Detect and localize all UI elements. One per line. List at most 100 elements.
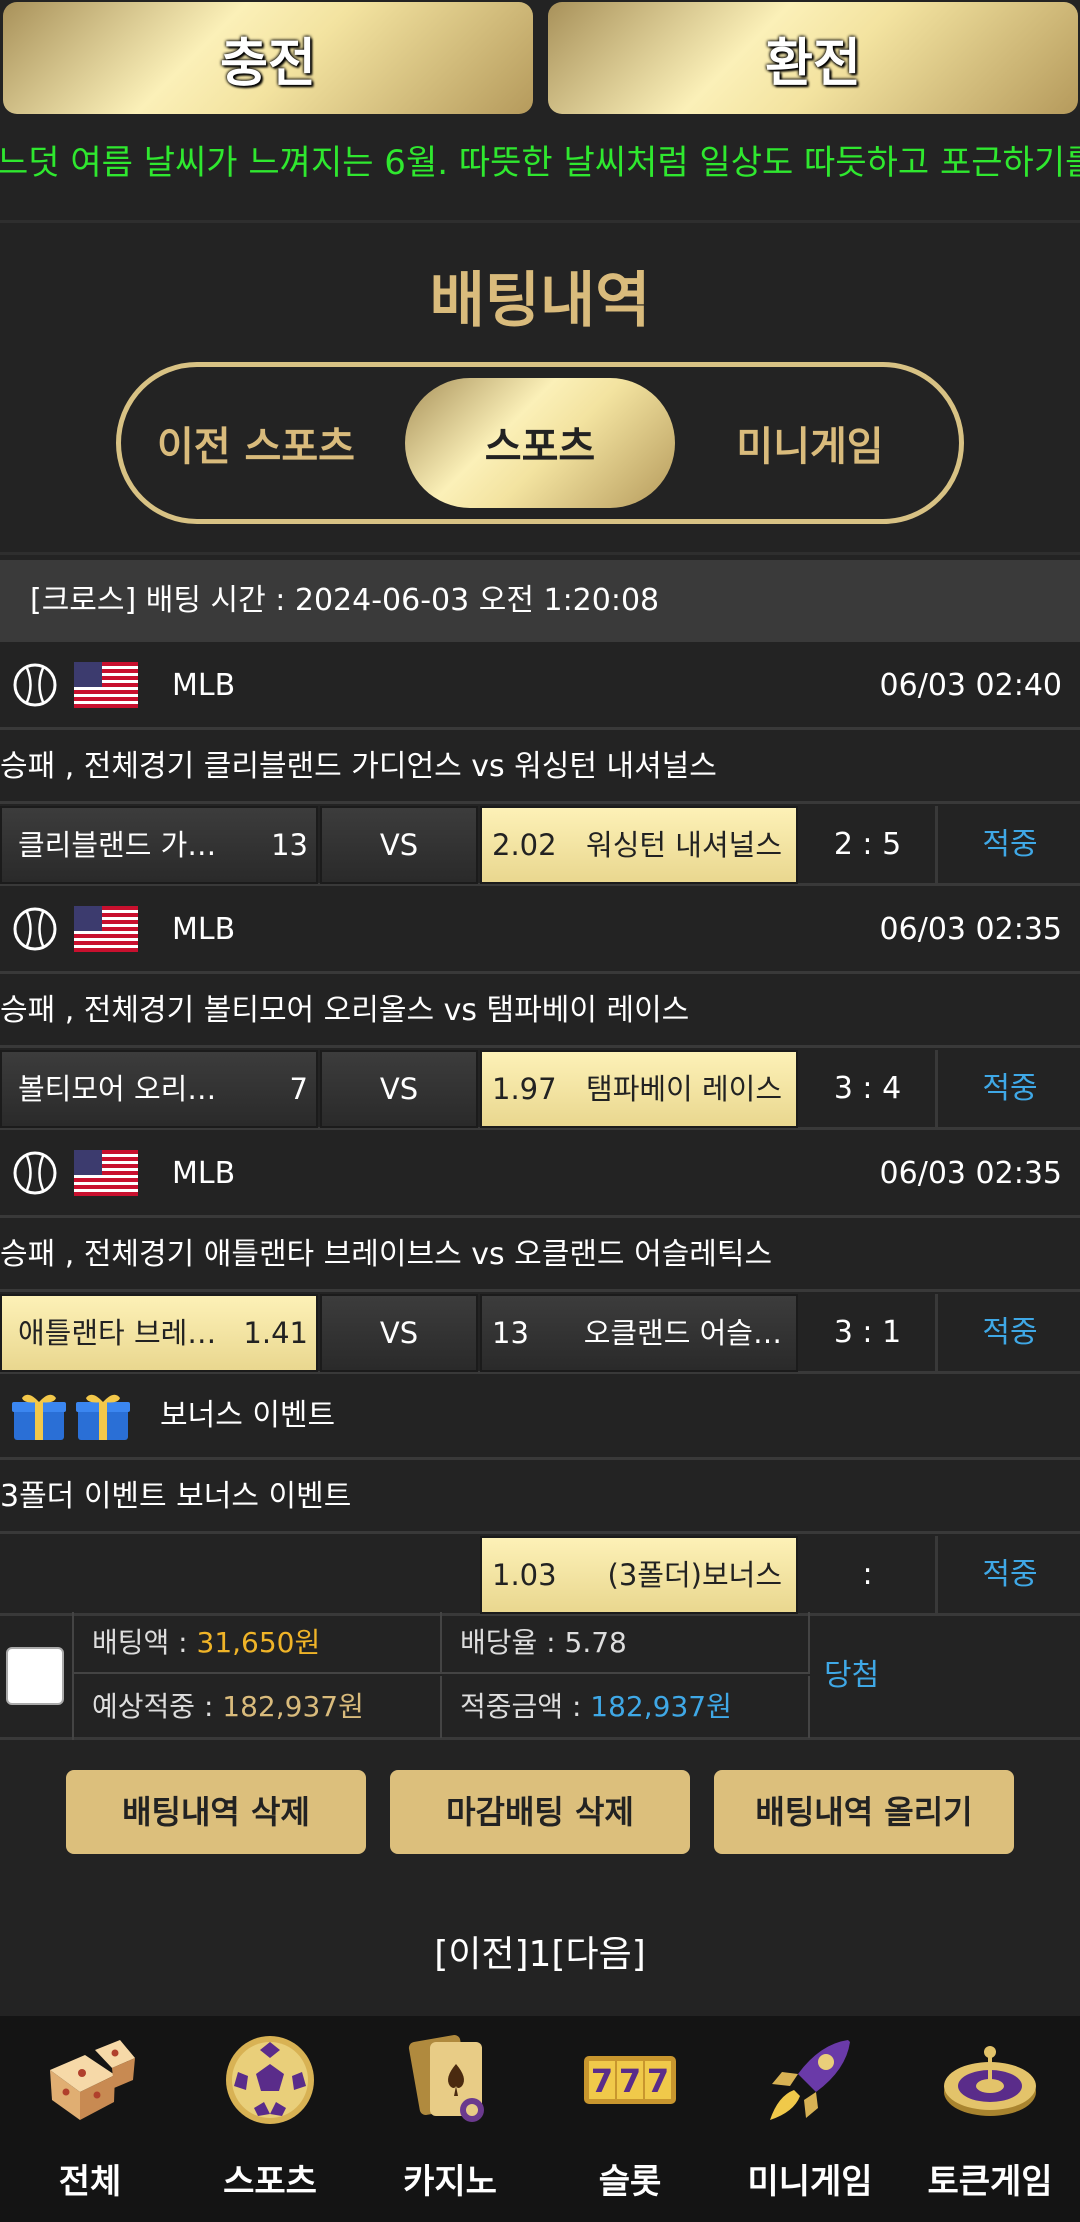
delete-closed-bets-button[interactable]: 마감배팅 삭제 <box>390 1770 690 1854</box>
cards-icon <box>408 2034 484 2122</box>
home-team-cell[interactable]: 애틀랜타 브레… 1.41 <box>0 1294 318 1372</box>
vs-cell: VS <box>320 806 478 884</box>
nav-token-game[interactable]: 토큰게임 <box>900 2016 1080 2222</box>
league-row: MLB 06/03 02:35 <box>0 886 1080 974</box>
gift-box-icon <box>12 1394 130 1440</box>
away-team-cell[interactable]: 2.02 워싱턴 내셔널스 <box>480 806 798 884</box>
away-team-cell[interactable]: 1.97 탬파베이 레이스 <box>480 1050 798 1128</box>
home-team-name: 볼티모어 오리… <box>18 1072 217 1106</box>
charge-button[interactable]: 충전 <box>3 2 533 114</box>
nav-label: 미니게임 <box>747 2162 873 2202</box>
home-odds: 7 <box>289 1072 308 1106</box>
odds-row: 볼티모어 오리… 7 VS 1.97 탬파베이 레이스 3 : 4 적중 <box>0 1048 1080 1130</box>
away-team-name: 워싱턴 내셔널스 <box>586 828 782 862</box>
score: 3 : 1 <box>800 1294 938 1372</box>
divider <box>0 552 1080 555</box>
ticker-text: 느덧 여름 날씨가 느껴지는 6월. 따뜻한 날씨처럼 일상도 따듯하고 포근하… <box>0 143 1080 183</box>
game-time: 06/03 02:40 <box>879 668 1062 703</box>
bonus-match-title: 3폴더 이벤트 보너스 이벤트 <box>0 1460 1080 1534</box>
bonus-odds-row: 1.03 (3폴더)보너스 : 적중 <box>0 1534 1080 1616</box>
away-team-cell[interactable]: 13 오클랜드 어슬… <box>480 1294 798 1372</box>
exchange-button[interactable]: 환전 <box>548 2 1078 114</box>
home-team-cell[interactable]: 볼티모어 오리… 7 <box>0 1050 318 1128</box>
home-team-name: 클리블랜드 가… <box>18 828 217 862</box>
rocket-icon <box>770 2040 850 2120</box>
home-team-cell[interactable]: 클리블랜드 가… 13 <box>0 806 318 884</box>
win-status: 당첨 <box>824 1658 880 1693</box>
league-name: MLB <box>172 668 236 703</box>
bet-summary: 배팅액 : 31,650원 배당율 : 5.78 예상적중 : 182,937원… <box>0 1612 1080 1740</box>
game-time: 06/03 02:35 <box>879 912 1062 947</box>
odds-row: 클리블랜드 가… 13 VS 2.02 워싱턴 내셔널스 2 : 5 적중 <box>0 804 1080 886</box>
nav-label: 카지노 <box>403 2162 497 2202</box>
bonus-cell[interactable]: 1.03 (3폴더)보너스 <box>480 1536 798 1614</box>
slot-777-icon: 7 7 7 <box>584 2056 676 2104</box>
away-odds: 13 <box>492 1316 529 1350</box>
nav-slot[interactable]: 7 7 7 슬롯 <box>540 2016 720 2222</box>
away-odds: 1.97 <box>492 1072 557 1106</box>
tab-sports[interactable]: 스포츠 <box>405 378 675 508</box>
nav-label: 슬롯 <box>598 2162 662 2202</box>
svg-text:7: 7 <box>591 2062 613 2100</box>
dice-icon <box>50 2040 135 2120</box>
us-flag-icon <box>74 906 138 952</box>
nav-label: 전체 <box>58 2162 122 2202</box>
bonus-row: 보너스 이벤트 <box>0 1372 1080 1460</box>
hit-value: 182,937원 <box>590 1690 732 1723</box>
summary-grid: 배팅액 : 31,650원 배당율 : 5.78 예상적중 : 182,937원… <box>72 1612 810 1740</box>
score: 2 : 5 <box>800 806 938 884</box>
pagination[interactable]: [이전]1[다음] <box>0 1925 1080 1977</box>
us-flag-icon <box>74 1150 138 1196</box>
category-tabs: 이전 스포츠 스포츠 미니게임 <box>116 362 964 524</box>
divider <box>0 220 1080 223</box>
away-team-name: 탬파베이 레이스 <box>586 1072 782 1106</box>
away-odds: 2.02 <box>492 828 557 862</box>
select-checkbox[interactable] <box>6 1647 64 1705</box>
svg-text:7: 7 <box>647 2062 669 2100</box>
result-status: 적중 <box>982 1071 1038 1106</box>
game-time: 06/03 02:35 <box>879 1156 1062 1191</box>
bonus-name: (3폴더)보너스 <box>607 1558 782 1592</box>
top-bar: 충전 환전 <box>0 0 1080 118</box>
hit-amount: 적중금액 : 182,937원 <box>442 1676 810 1738</box>
odds-row: 애틀랜타 브레… 1.41 VS 13 오클랜드 어슬… 3 : 1 적중 <box>0 1292 1080 1374</box>
nav-minigame[interactable]: 미니게임 <box>720 2016 900 2222</box>
nav-label: 스포츠 <box>223 2162 317 2202</box>
tab-minigame[interactable]: 미니게임 <box>675 378 945 508</box>
baseball-icon <box>13 663 57 707</box>
tab-previous-sports[interactable]: 이전 스포츠 <box>121 378 391 508</box>
hit-label: 적중금액 : <box>460 1690 591 1723</box>
home-odds: 13 <box>271 828 308 862</box>
bonus-odds: 1.03 <box>492 1558 557 1592</box>
bet-header: [크로스] 배팅 시간 : 2024-06-03 오전 1:20:08 <box>0 560 1080 642</box>
vs-cell: VS <box>320 1050 478 1128</box>
home-odds: 1.41 <box>243 1316 308 1350</box>
odds-total: 배당율 : 5.78 <box>442 1612 810 1674</box>
delete-history-button[interactable]: 배팅내역 삭제 <box>66 1770 366 1854</box>
result-status: 적중 <box>982 1557 1038 1592</box>
nav-label: 토큰게임 <box>927 2162 1053 2202</box>
league-name: MLB <box>172 912 236 947</box>
bottom-nav: 전체 스포츠 카지노 7 7 7 슬롯 미니게임 토큰게임 <box>0 2016 1080 2222</box>
match-title: 승패 , 전체경기 볼티모어 오리올스 vs 탬파베이 레이스 <box>0 974 1080 1048</box>
notice-ticker: 느덧 여름 날씨가 느껴지는 6월. 따뜻한 날씨처럼 일상도 따듯하고 포근하… <box>0 133 1080 193</box>
result-status: 적중 <box>982 827 1038 862</box>
us-flag-icon <box>74 662 138 708</box>
away-team-name: 오클랜드 어슬… <box>583 1316 782 1350</box>
bet-amount-label: 배팅액 : <box>92 1626 197 1659</box>
nav-all[interactable]: 전체 <box>0 2016 180 2222</box>
result-status: 적중 <box>982 1315 1038 1350</box>
score: 3 : 4 <box>800 1050 938 1128</box>
baseball-icon <box>13 907 57 951</box>
nav-sports[interactable]: 스포츠 <box>180 2016 360 2222</box>
soccer-ball-icon <box>226 2036 314 2124</box>
expected-win: 예상적중 : 182,937원 <box>74 1676 442 1738</box>
page-title: 배팅내역 <box>429 266 651 336</box>
expected-label: 예상적중 : <box>92 1690 223 1723</box>
post-history-button[interactable]: 배팅내역 올리기 <box>714 1770 1014 1854</box>
bonus-title: 보너스 이벤트 <box>160 1398 336 1433</box>
nav-casino[interactable]: 카지노 <box>360 2016 540 2222</box>
odds-value: 5.78 <box>564 1626 627 1659</box>
league-row: MLB 06/03 02:35 <box>0 1130 1080 1218</box>
odds-label: 배당율 : <box>460 1626 565 1659</box>
